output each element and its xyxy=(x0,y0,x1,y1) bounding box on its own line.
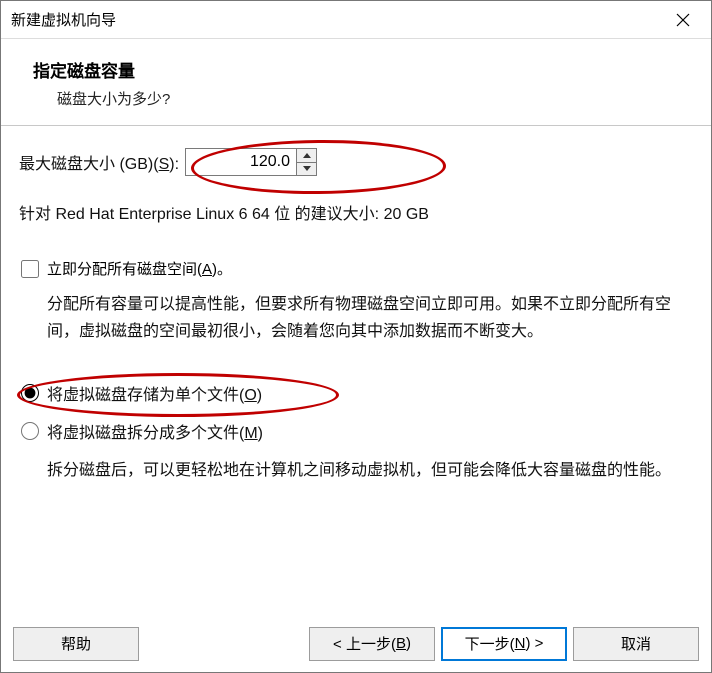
store-multi-label[interactable]: 将虚拟磁盘拆分成多个文件(M) xyxy=(47,419,263,443)
store-multi-row: 将虚拟磁盘拆分成多个文件(M) xyxy=(21,419,693,443)
allocate-label-pre: 立即分配所有磁盘空间( xyxy=(47,261,202,278)
allocate-label-post: )。 xyxy=(212,261,232,278)
allocate-now-label[interactable]: 立即分配所有磁盘空间(A)。 xyxy=(47,258,232,279)
disk-size-label-pre: 最大磁盘大小 (GB)( xyxy=(19,156,159,173)
back-button[interactable]: < 上一步(B) xyxy=(309,627,435,661)
next-button-pre: 下一步( xyxy=(465,633,515,654)
disk-size-label-accel: S xyxy=(159,156,170,173)
allocate-label-accel: A xyxy=(202,261,212,278)
store-single-post: ) xyxy=(257,387,262,404)
store-multi-pre: 将虚拟磁盘拆分成多个文件( xyxy=(47,425,244,442)
next-button-post: ) > xyxy=(525,635,543,652)
store-multi-accel: M xyxy=(244,425,257,442)
chevron-down-icon xyxy=(303,166,311,171)
header-heading: 指定磁盘容量 xyxy=(33,57,679,82)
allocate-now-row: 立即分配所有磁盘空间(A)。 xyxy=(21,258,693,279)
store-multi-post: ) xyxy=(258,425,263,442)
disk-size-label: 最大磁盘大小 (GB)(S): xyxy=(19,150,179,174)
wizard-header: 指定磁盘容量 磁盘大小为多少? xyxy=(1,39,711,111)
spinner-arrows xyxy=(296,149,316,175)
back-button-accel: B xyxy=(396,635,406,652)
next-button[interactable]: 下一步(N) > xyxy=(441,627,567,661)
titlebar: 新建虚拟机向导 xyxy=(1,1,711,39)
close-button[interactable] xyxy=(659,2,707,38)
next-button-accel: N xyxy=(515,635,526,652)
store-multi-radio[interactable] xyxy=(21,422,39,440)
spinner-up-button[interactable] xyxy=(297,149,316,163)
allocate-now-checkbox[interactable] xyxy=(21,260,39,278)
close-icon xyxy=(676,13,690,27)
store-single-pre: 将虚拟磁盘存储为单个文件( xyxy=(47,387,244,404)
allocate-now-desc: 分配所有容量可以提高性能，但要求所有物理磁盘空间立即可用。如果不立即分配所有空间… xyxy=(47,291,683,345)
store-single-radio[interactable] xyxy=(21,384,39,402)
back-button-pre: < 上一步( xyxy=(333,633,396,654)
disk-size-recommend: 针对 Red Hat Enterprise Linux 6 64 位 的建议大小… xyxy=(19,200,693,224)
spinner-down-button[interactable] xyxy=(297,163,316,176)
disk-size-input[interactable] xyxy=(186,149,296,175)
store-single-row: 将虚拟磁盘存储为单个文件(O) xyxy=(21,381,693,405)
store-single-label[interactable]: 将虚拟磁盘存储为单个文件(O) xyxy=(47,381,262,405)
store-single-accel: O xyxy=(244,387,256,404)
disk-size-label-post: ): xyxy=(169,156,179,173)
disk-size-spinner[interactable] xyxy=(185,148,317,176)
cancel-button[interactable]: 取消 xyxy=(573,627,699,661)
header-subtitle: 磁盘大小为多少? xyxy=(57,88,679,109)
store-multi-desc: 拆分磁盘后，可以更轻松地在计算机之间移动虚拟机，但可能会降低大容量磁盘的性能。 xyxy=(47,457,683,484)
wizard-content: 最大磁盘大小 (GB)(S): 针对 Red Hat Enterprise Li… xyxy=(1,126,711,614)
wizard-footer: 帮助 < 上一步(B) 下一步(N) > 取消 xyxy=(1,614,711,672)
chevron-up-icon xyxy=(303,153,311,158)
wizard-window: 新建虚拟机向导 指定磁盘容量 磁盘大小为多少? 最大磁盘大小 (GB)(S): … xyxy=(0,0,712,673)
window-title: 新建虚拟机向导 xyxy=(11,9,116,30)
disk-size-row: 最大磁盘大小 (GB)(S): xyxy=(19,148,693,176)
back-button-post: ) xyxy=(406,635,411,652)
help-button[interactable]: 帮助 xyxy=(13,627,139,661)
